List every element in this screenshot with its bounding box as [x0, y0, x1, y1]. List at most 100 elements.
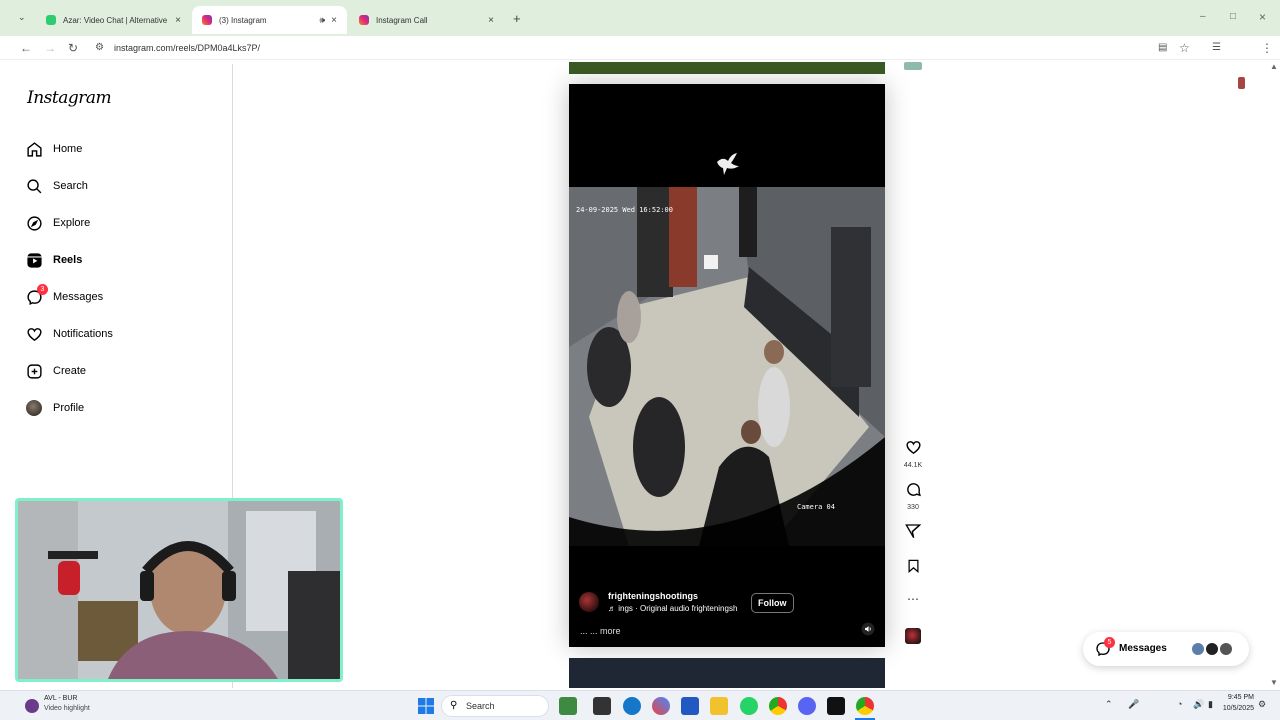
- maximize-icon[interactable]: □: [1230, 11, 1236, 22]
- avatar: [1205, 642, 1219, 656]
- taskbar-search-box[interactable]: ⚲ Search: [441, 695, 549, 717]
- forward-icon[interactable]: →: [44, 41, 56, 55]
- dove-logo-icon: [717, 153, 739, 175]
- close-tab-icon[interactable]: ×: [175, 15, 181, 26]
- url-field[interactable]: instagram.com/reels/DPM0a4Lks7P/: [114, 43, 260, 53]
- close-window-icon[interactable]: ×: [1259, 10, 1266, 24]
- author-avatar[interactable]: [579, 592, 599, 612]
- like-count: 44.1K: [903, 462, 923, 469]
- save-action[interactable]: [903, 558, 923, 579]
- search-icon: [25, 177, 43, 195]
- reels-icon: [25, 251, 43, 269]
- back-icon[interactable]: ←: [20, 41, 32, 55]
- reel-player[interactable]: 24-09-2025 Wed 16:52:00 Camera 04 fright…: [569, 84, 885, 647]
- close-tab-icon[interactable]: ×: [488, 15, 494, 26]
- share-action[interactable]: [903, 523, 923, 544]
- scroll-down-icon[interactable]: ▼: [1270, 678, 1278, 687]
- comment-icon[interactable]: [905, 481, 922, 498]
- copilot-icon[interactable]: [652, 697, 670, 715]
- sidebar-item-reels[interactable]: Reels: [25, 248, 82, 272]
- extension-icon[interactable]: [1238, 77, 1245, 89]
- notification-app-icon[interactable]: [25, 699, 39, 713]
- caption-more-link[interactable]: ... ... more: [580, 626, 621, 636]
- task-view-icon[interactable]: [593, 697, 611, 715]
- heart-icon[interactable]: [905, 439, 922, 456]
- bookmark-star-icon[interactable]: ☆: [1179, 41, 1190, 55]
- install-app-icon[interactable]: ▤: [1158, 42, 1167, 53]
- messenger-icon: 3: [25, 284, 48, 306]
- minimize-icon[interactable]: –: [1200, 11, 1206, 22]
- follow-button[interactable]: Follow: [751, 593, 794, 613]
- tab-title: Azar: Video Chat | Alternative t: [63, 15, 170, 25]
- tab-search-chevron-icon[interactable]: ⌄: [18, 12, 26, 23]
- chrome-icon[interactable]: [769, 697, 787, 715]
- wifi-icon[interactable]: ◔: [1177, 699, 1182, 709]
- avatar: [25, 399, 43, 417]
- sidebar-item-label: Reels: [53, 254, 83, 266]
- sidebar-item-messages[interactable]: 3 Messages: [25, 284, 104, 309]
- volume-icon[interactable]: [861, 622, 875, 636]
- audio-thumbnail[interactable]: [905, 628, 921, 644]
- sidebar-item-label: Create: [53, 365, 87, 377]
- compass-icon: [25, 214, 43, 232]
- discord-icon[interactable]: [798, 697, 816, 715]
- notification-subtitle[interactable]: Video highlight: [44, 705, 90, 712]
- close-tab-icon[interactable]: ×: [331, 15, 337, 26]
- audio-track-label[interactable]: ♬ ings · Original audio frighteningsh: [608, 604, 737, 613]
- comment-action[interactable]: 330: [903, 481, 923, 511]
- more-options-icon[interactable]: ⋯: [903, 592, 923, 606]
- camera-label: Camera 04: [797, 503, 835, 511]
- taskbar-search-label: Search: [466, 701, 495, 711]
- like-action[interactable]: 44.1K: [903, 439, 923, 469]
- instagram-logo[interactable]: Instagram: [27, 88, 112, 108]
- webcam-feed-image: [18, 501, 340, 679]
- site-info-icon[interactable]: ⚙: [95, 42, 104, 53]
- messages-pill-label: Messages: [1119, 643, 1167, 654]
- sidebar-item-label: Search: [53, 180, 88, 192]
- reload-icon[interactable]: ↻: [68, 41, 78, 55]
- notification-center-icon[interactable]: ⚙: [1258, 699, 1266, 710]
- widget-icon[interactable]: [559, 697, 577, 715]
- volume-icon[interactable]: 🔊: [1193, 699, 1204, 710]
- instagram-favicon-icon: [359, 15, 369, 25]
- messages-pill[interactable]: 5 Messages: [1083, 632, 1249, 666]
- notification-title[interactable]: AVL - BUR: [44, 695, 77, 702]
- sidebar-item-create[interactable]: Create: [25, 359, 86, 383]
- sidebar-item-label: Profile: [53, 402, 85, 414]
- sidebar-item-home[interactable]: Home: [25, 137, 82, 161]
- next-reel-preview[interactable]: [569, 658, 885, 688]
- sidebar-item-explore[interactable]: Explore: [25, 211, 90, 235]
- sidebar-item-search[interactable]: Search: [25, 174, 88, 198]
- file-explorer-icon[interactable]: [710, 697, 728, 715]
- microphone-icon[interactable]: 🎤: [1128, 699, 1139, 710]
- reel-video-frame[interactable]: 24-09-2025 Wed 16:52:00 Camera 04: [569, 187, 885, 546]
- chrome-icon[interactable]: [856, 697, 874, 715]
- app-icon[interactable]: [827, 697, 845, 715]
- tab-azar[interactable]: Azar: Video Chat | Alternative t ×: [36, 6, 191, 34]
- sidebar-item-label: Notifications: [53, 328, 113, 340]
- speaker-icon[interactable]: 🕪: [319, 15, 325, 26]
- scroll-up-icon[interactable]: ▲: [1270, 62, 1278, 71]
- bookmark-icon[interactable]: [906, 558, 921, 574]
- tray-overflow-icon[interactable]: ⌃: [1105, 699, 1113, 710]
- heart-icon: [25, 325, 43, 343]
- sidebar-item-profile[interactable]: Profile: [25, 396, 84, 420]
- edge-icon[interactable]: [623, 697, 641, 715]
- store-icon[interactable]: [681, 697, 699, 715]
- whatsapp-icon[interactable]: [740, 697, 758, 715]
- more-menu-icon[interactable]: ⋮: [1261, 41, 1273, 55]
- tab-instagram-call[interactable]: Instagram Call ×: [349, 6, 504, 34]
- sidebar-item-label: Messages: [53, 291, 104, 303]
- clock-date[interactable]: 10/5/2025: [1212, 705, 1254, 712]
- browser-tab-bar: ⌄ Azar: Video Chat | Alternative t × (3)…: [0, 0, 1280, 36]
- tab-search-icon[interactable]: ☰: [1212, 42, 1221, 53]
- previous-reel-preview[interactable]: [569, 62, 885, 74]
- previous-reel-audio-thumb[interactable]: [904, 62, 922, 70]
- author-username[interactable]: frighteningshootings: [608, 591, 698, 601]
- windows-start-icon[interactable]: [418, 698, 434, 714]
- sidebar-item-notifications[interactable]: Notifications: [25, 322, 113, 346]
- clock-time[interactable]: 9:45 PM: [1218, 694, 1254, 701]
- new-tab-icon[interactable]: +: [513, 11, 521, 26]
- send-icon[interactable]: [905, 523, 922, 539]
- tab-instagram[interactable]: (3) Instagram 🕪 ×: [192, 6, 347, 34]
